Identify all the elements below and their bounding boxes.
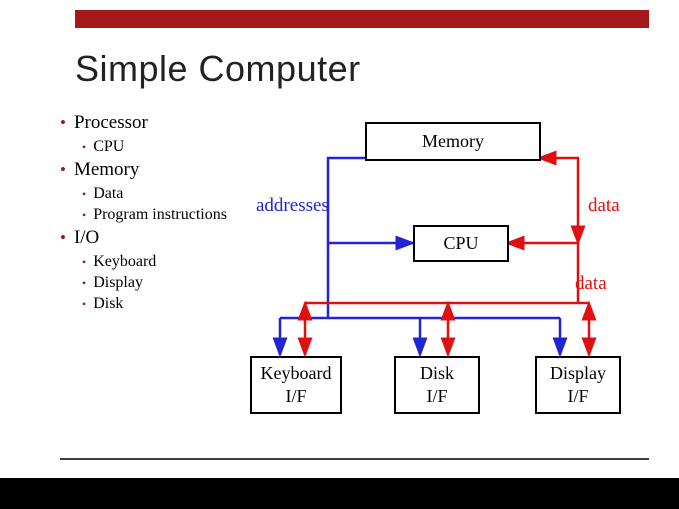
box-label-line2: I/F (285, 385, 306, 408)
addresses-label: addresses (256, 195, 329, 217)
bullet-dot-icon: • (82, 187, 86, 202)
display-if-box: Display I/F (535, 356, 621, 414)
header-accent-bar (75, 10, 649, 28)
bullet-io: • I/O (60, 227, 240, 249)
bullet-cpu: • CPU (82, 138, 240, 156)
bullet-label: Data (93, 185, 123, 203)
box-label-line1: Display (550, 362, 606, 385)
bullet-label: Disk (93, 295, 123, 313)
bullet-dot-icon: • (82, 208, 86, 223)
box-label-line2: I/F (426, 385, 447, 408)
box-label-line1: Disk (420, 362, 454, 385)
data-label-1: data (588, 195, 620, 217)
disk-if-box: Disk I/F (394, 356, 480, 414)
bullet-disk: • Disk (82, 295, 240, 313)
bullet-data: • Data (82, 185, 240, 203)
slide-title: Simple Computer (75, 48, 361, 90)
bullet-dot-icon: • (82, 140, 86, 155)
bullet-label: Keyboard (93, 253, 156, 271)
bullet-dot-icon: • (60, 228, 66, 248)
cpu-box: CPU (413, 225, 509, 262)
bullet-processor: • Processor (60, 112, 240, 134)
box-label-line1: Keyboard (261, 362, 332, 385)
bullet-label: Processor (74, 112, 148, 134)
box-label: CPU (443, 232, 478, 255)
bullet-display: • Display (82, 274, 240, 292)
box-label-line2: I/F (567, 385, 588, 408)
data-label-2: data (575, 273, 607, 295)
footer-rule (60, 458, 649, 460)
bullet-dot-icon: • (82, 255, 86, 270)
bullet-keyboard: • Keyboard (82, 253, 240, 271)
bullet-dot-icon: • (60, 160, 66, 180)
architecture-diagram: Memory CPU Keyboard I/F Disk I/F Display… (250, 115, 640, 450)
bullet-label: Program instructions (93, 206, 227, 224)
bullet-label: I/O (74, 227, 99, 249)
slide: Simple Computer • Processor • CPU • Memory … (0, 0, 679, 478)
bullet-dot-icon: • (82, 297, 86, 312)
box-label: Memory (422, 130, 484, 153)
bullet-list: • Processor • CPU • Memory • Data • Program i… (60, 112, 240, 316)
bullet-memory: • Memory (60, 159, 240, 181)
keyboard-if-box: Keyboard I/F (250, 356, 342, 414)
memory-box: Memory (365, 122, 541, 161)
bullet-label: Memory (74, 159, 139, 181)
bullet-dot-icon: • (82, 276, 86, 291)
bullet-dot-icon: • (60, 113, 66, 133)
bullet-program: • Program instructions (82, 206, 240, 224)
bullet-label: Display (93, 274, 143, 292)
bullet-label: CPU (93, 138, 124, 156)
